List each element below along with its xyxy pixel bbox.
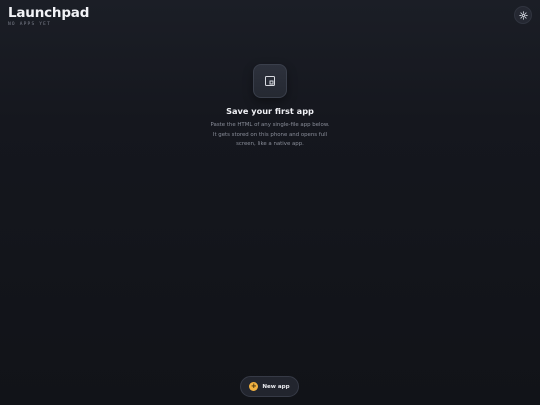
app-title: Launchpad <box>8 5 90 21</box>
empty-state-tile <box>253 64 287 98</box>
empty-state-title: Save your first app <box>226 106 314 116</box>
settings-button[interactable] <box>514 6 532 24</box>
plus-icon: + <box>249 382 259 391</box>
empty-state: Save your first app Paste the HTML of an… <box>0 64 540 150</box>
new-app-label: New app <box>262 383 290 390</box>
launchpad-screen: Launchpad NO APPS YET Save your first ap… <box>0 0 540 405</box>
app-subtitle: NO APPS YET <box>8 22 52 27</box>
gear-icon <box>518 10 528 20</box>
empty-state-description: Paste the HTML of any single-file app be… <box>210 122 330 147</box>
app-window-icon <box>265 76 275 86</box>
header: Launchpad NO APPS YET <box>8 5 89 28</box>
new-app-button[interactable]: + New app <box>240 376 299 397</box>
